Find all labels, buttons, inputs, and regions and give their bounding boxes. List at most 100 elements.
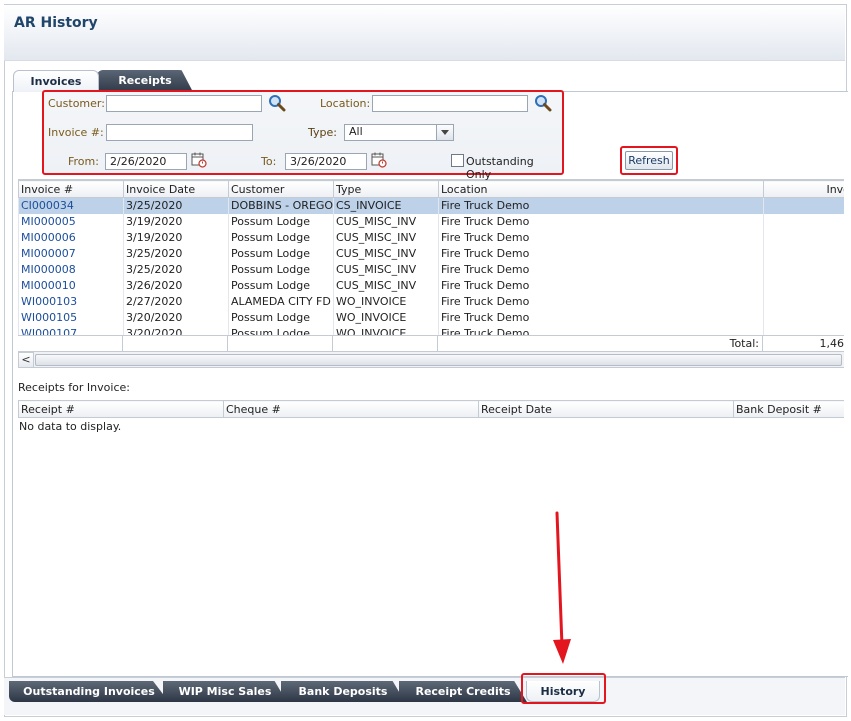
type-select[interactable]: All (344, 124, 454, 141)
tab-bank-deposits[interactable]: Bank Deposits (281, 681, 405, 702)
cell-type: WO_INVOICE (333, 309, 439, 326)
cell-customer: DOBBINS - OREGON I (228, 197, 334, 214)
title-bar: AR History (4, 5, 845, 61)
cell-invoice-total: 19 (763, 293, 844, 310)
cell-type: CUS_MISC_INV (333, 261, 439, 278)
customer-label: Customer: (48, 97, 105, 110)
total-label: Total: (438, 336, 763, 352)
cell-invoice-date: 3/20/2020 (123, 325, 229, 335)
cell-type: CUS_MISC_INV (333, 277, 439, 294)
chevron-down-icon (436, 125, 453, 140)
table-row[interactable]: WI000105 3/20/2020 Possum Lodge WO_INVOICE F… (18, 309, 844, 326)
horizontal-scrollbar[interactable]: < (18, 352, 844, 368)
column-header-location[interactable]: Location (438, 180, 764, 198)
table-row[interactable]: MI000005 3/19/2020 Possum Lodge CUS_MISC_IN… (18, 213, 844, 230)
cell-location: Fire Truck Demo (438, 293, 764, 310)
table-row[interactable]: MI000010 3/26/2020 Possum Lodge CUS_MISC_IN… (18, 277, 844, 294)
tab-wip-misc-sales[interactable]: WIP Misc Sales (163, 681, 287, 702)
cell-customer: Possum Lodge (228, 213, 334, 230)
cell-type: CS_INVOICE (333, 197, 439, 214)
cell-type: CUS_MISC_INV (333, 229, 439, 246)
table-row[interactable]: WI000103 2/27/2020 ALAMEDA CITY FD WO_INVOI… (18, 293, 844, 310)
cell-invoice-number[interactable]: MI000005 (18, 213, 124, 230)
table-row[interactable]: MI000007 3/25/2020 Possum Lodge CUS_MISC_IN… (18, 245, 844, 262)
cell-invoice-date: 3/20/2020 (123, 309, 229, 326)
scroll-left-icon[interactable]: < (18, 352, 34, 368)
tab-history[interactable]: History (526, 681, 600, 702)
cell-invoice-number[interactable]: WI000107 (18, 325, 124, 335)
cell-location: Fire Truck Demo (438, 277, 764, 294)
invoice-number-input[interactable] (106, 124, 253, 141)
cell-location: Fire Truck Demo (438, 325, 764, 335)
column-header-cheque-number[interactable]: Cheque # (223, 400, 479, 418)
refresh-button[interactable]: Refresh (625, 151, 673, 170)
cell-customer: Possum Lodge (228, 229, 334, 246)
cell-invoice-date: 2/27/2020 (123, 293, 229, 310)
receipts-empty-message: No data to display. (19, 420, 122, 433)
cell-invoice-total: 8 (763, 261, 844, 278)
cell-invoice-date: 3/25/2020 (123, 245, 229, 262)
column-header-type[interactable]: Type (333, 180, 439, 198)
cell-invoice-number[interactable]: MI000006 (18, 229, 124, 246)
to-calendar-icon[interactable] (371, 152, 387, 168)
receipts-table-container: Receipt # Cheque # Receipt Date Bank Dep… (18, 400, 844, 418)
location-input[interactable] (372, 95, 528, 112)
cell-invoice-number[interactable]: CI000034 (18, 197, 124, 214)
column-header-customer[interactable]: Customer (228, 180, 334, 198)
from-label: From: (68, 155, 99, 168)
table-row[interactable]: MI000008 3/25/2020 Possum Lodge CUS_MISC_IN… (18, 261, 844, 278)
cell-invoice-date: 3/25/2020 (123, 261, 229, 278)
cell-invoice-number[interactable]: MI000010 (18, 277, 124, 294)
from-date-input[interactable]: 2/26/2020 (105, 153, 187, 170)
page-title: AR History (14, 15, 98, 31)
cell-invoice-total: 2 (763, 277, 844, 294)
cell-type: CUS_MISC_INV (333, 245, 439, 262)
tab-invoices[interactable]: Invoices (13, 70, 99, 92)
outstanding-only-checkbox[interactable] (451, 154, 464, 167)
receipts-table: Receipt # Cheque # Receipt Date Bank Dep… (18, 400, 844, 418)
invoices-header-row: Invoice # Invoice Date Customer Type Loc… (18, 180, 844, 198)
table-row[interactable]: MI000006 3/19/2020 Possum Lodge CUS_MISC_IN… (18, 229, 844, 246)
cell-invoice-total: 5 (763, 245, 844, 262)
table-row[interactable]: CI0000343/25/2020DOBBINS - OREGON ICS_IN… (18, 197, 844, 214)
cell-invoice-number[interactable]: WI000105 (18, 309, 124, 326)
cell-invoice-number[interactable]: MI000007 (18, 245, 124, 262)
cell-invoice-number[interactable]: MI000008 (18, 261, 124, 278)
to-date-input[interactable]: 3/26/2020 (285, 153, 367, 170)
cell-location: Fire Truck Demo (438, 245, 764, 262)
cell-customer: Possum Lodge (228, 309, 334, 326)
location-label: Location: (320, 97, 371, 110)
outstanding-only-label: Outstanding Only (466, 155, 534, 181)
customer-search-icon[interactable] (268, 94, 286, 112)
tab-outstanding-invoices[interactable]: Outstanding Invoices (9, 681, 169, 702)
cell-location: Fire Truck Demo (438, 197, 764, 214)
column-header-receipt-number[interactable]: Receipt # (18, 400, 224, 418)
customer-input[interactable] (106, 95, 262, 112)
tab-receipt-credits[interactable]: Receipt Credits (399, 681, 527, 702)
invoices-table: Invoice # Invoice Date Customer Type Loc… (18, 180, 844, 335)
column-header-invoice-total[interactable]: Invoice T (763, 180, 844, 198)
cell-customer: Possum Lodge (228, 325, 334, 335)
type-label: Type: (308, 126, 337, 139)
annotation-arrow-icon (553, 511, 571, 664)
cell-invoice-number[interactable]: WI000103 (18, 293, 124, 310)
cell-invoice-total: 2 (763, 213, 844, 230)
cell-location: Fire Truck Demo (438, 229, 764, 246)
cell-customer: Possum Lodge (228, 261, 334, 278)
receipts-for-invoice-label: Receipts for Invoice: (18, 381, 130, 394)
column-header-bank-deposit[interactable]: Bank Deposit # (733, 400, 844, 418)
scrollbar-thumb[interactable] (35, 354, 842, 366)
cell-customer: ALAMEDA CITY FD (228, 293, 334, 310)
location-search-icon[interactable] (534, 94, 552, 112)
from-calendar-icon[interactable] (191, 152, 207, 168)
column-header-invoice-date[interactable]: Invoice Date (123, 180, 229, 198)
total-value: 1,46 (819, 337, 845, 350)
table-row[interactable]: WI000107 3/20/2020 Possum Lodge WO_INVOICE F… (18, 325, 844, 335)
column-header-receipt-date[interactable]: Receipt Date (478, 400, 734, 418)
cell-type: WO_INVOICE (333, 293, 439, 310)
cell-invoice-total: 25 (763, 325, 844, 335)
tab-receipts[interactable]: Receipts (97, 70, 193, 92)
cell-location: Fire Truck Demo (438, 261, 764, 278)
column-header-invoice-number[interactable]: Invoice # (18, 180, 124, 198)
search-criteria-panel: Customer: Location: Invoice #: Type: All… (42, 90, 564, 181)
